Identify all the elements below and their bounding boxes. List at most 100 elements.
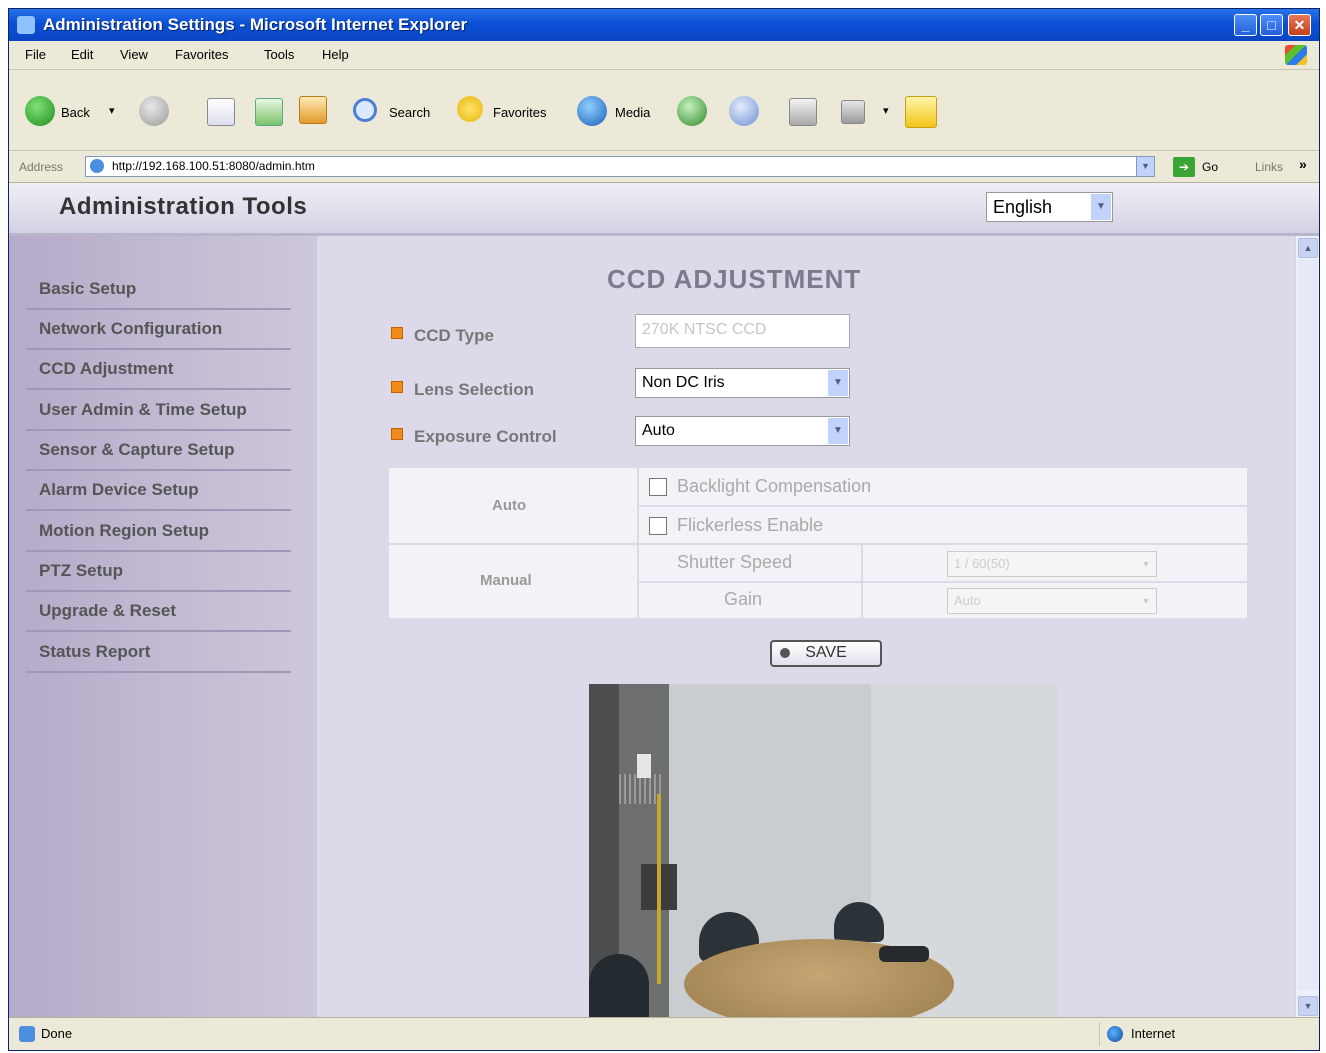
sidebar-item-label: Basic Setup	[39, 279, 137, 298]
more-dropdown[interactable]: ▾	[883, 104, 889, 117]
phone	[879, 946, 929, 962]
sidebar-item-network-configuration[interactable]: Network Configuration	[26, 310, 291, 350]
language-select[interactable]: English ▼	[986, 192, 1113, 222]
table-divider	[639, 581, 1247, 583]
chevron-down-icon[interactable]: ▼	[828, 370, 848, 396]
menu-help[interactable]: Help	[322, 47, 349, 62]
bullet-icon	[391, 327, 403, 339]
sidebar-item-label: CCD Adjustment	[39, 359, 174, 378]
search-icon[interactable]	[353, 98, 377, 122]
menu-bar: File Edit View Favorites Tools Help	[9, 41, 1319, 70]
menu-edit[interactable]: Edit	[71, 47, 93, 62]
media-icon[interactable]	[577, 96, 607, 126]
chair	[589, 954, 649, 1018]
home-icon[interactable]	[299, 96, 327, 124]
back-icon[interactable]	[25, 96, 55, 126]
shutter-speed-label: Shutter Speed	[677, 552, 793, 572]
menu-tools[interactable]: Tools	[264, 47, 294, 62]
status-bar: Done Internet	[9, 1017, 1319, 1050]
title-bar: Administration Settings - Microsoft Inte…	[9, 9, 1319, 41]
sidebar-item-motion-region-setup[interactable]: Motion Region Setup	[26, 512, 291, 552]
messenger-icon[interactable]	[905, 96, 937, 128]
back-button[interactable]: Back	[61, 105, 90, 120]
sidebar-item-ccd-adjustment[interactable]: CCD Adjustment	[26, 350, 291, 390]
sidebar-item-upgrade-reset[interactable]: Upgrade & Reset	[26, 592, 291, 632]
links-label[interactable]: Links	[1255, 160, 1283, 174]
minimize-button[interactable]: _	[1234, 14, 1257, 36]
chevron-down-icon: ▼	[1141, 559, 1151, 569]
links-chevron-icon[interactable]: »	[1299, 156, 1307, 172]
sidebar-item-label: Upgrade & Reset	[39, 601, 176, 620]
shutter-speed-value: 1 / 60(50)	[954, 556, 1010, 571]
maximize-button[interactable]: □	[1260, 14, 1283, 36]
backlight-checkbox[interactable]	[649, 478, 667, 496]
exposure-settings-table: Auto Backlight Compensation Flickerless …	[389, 468, 1247, 618]
tripod-pole	[657, 794, 661, 984]
table-divider	[639, 505, 1247, 507]
media-button[interactable]: Media	[615, 105, 650, 120]
vertical-scrollbar[interactable]: ▲ ▼	[1295, 236, 1319, 1018]
menu-view[interactable]: View	[120, 47, 148, 62]
sidebar-item-basic-setup[interactable]: Basic Setup	[26, 270, 291, 310]
exposure-control-label: Exposure Control	[414, 427, 557, 446]
ie-icon	[17, 16, 35, 34]
go-button[interactable]: Go	[1202, 160, 1218, 174]
sidebar-item-ptz-setup[interactable]: PTZ Setup	[26, 552, 291, 592]
menu-favorites[interactable]: Favorites	[175, 47, 228, 62]
sidebar-item-label: Motion Region Setup	[39, 521, 209, 540]
section-title: CCD ADJUSTMENT	[607, 264, 862, 294]
save-button[interactable]: SAVE	[770, 640, 882, 667]
back-dropdown[interactable]: ▾	[109, 104, 115, 117]
lens-selection-label: Lens Selection	[414, 380, 534, 399]
address-url: http://192.168.100.51:8080/admin.htm	[112, 159, 315, 173]
go-arrow-icon[interactable]: ➔	[1173, 157, 1195, 177]
search-button[interactable]: Search	[389, 105, 430, 120]
favorites-button[interactable]: Favorites	[493, 105, 546, 120]
scroll-up-icon[interactable]: ▲	[1298, 238, 1318, 258]
chevron-down-icon[interactable]: ▼	[1091, 194, 1111, 220]
sidebar-item-status-report[interactable]: Status Report	[26, 633, 291, 673]
table-divider	[861, 545, 863, 618]
forward-icon[interactable]	[139, 96, 169, 126]
sidebar-item-label: Alarm Device Setup	[39, 480, 199, 499]
auto-label: Auto	[492, 497, 527, 514]
stop-icon[interactable]	[207, 98, 235, 126]
shutter-speed-select: 1 / 60(50) ▼	[947, 551, 1157, 577]
status-text: Done	[41, 1026, 73, 1041]
chevron-down-icon[interactable]: ▼	[828, 418, 848, 444]
history-icon[interactable]	[677, 96, 707, 126]
refresh-icon[interactable]	[255, 98, 283, 126]
browser-window: Administration Settings - Microsoft Inte…	[8, 8, 1320, 1051]
backlight-label: Backlight Compensation	[677, 476, 872, 496]
edit-icon[interactable]	[841, 100, 865, 124]
gain-value: Auto	[954, 593, 981, 608]
address-bar: Address http://192.168.100.51:8080/admin…	[9, 152, 1319, 183]
menu-file[interactable]: File	[25, 47, 46, 62]
admin-header: Administration Tools English ▼	[9, 183, 1319, 236]
flickerless-checkbox[interactable]	[649, 517, 667, 535]
close-button[interactable]: ✕	[1288, 14, 1311, 36]
page-icon	[90, 159, 104, 173]
page-content: Administration Tools English ▼ Basic Set…	[9, 183, 1319, 1018]
bullet-icon	[391, 428, 403, 440]
sidebar-item-label: User Admin & Time Setup	[39, 400, 247, 419]
sidebar-item-label: PTZ Setup	[39, 561, 124, 580]
lens-selection-select[interactable]: Non DC Iris ▼	[635, 368, 850, 398]
favorites-icon[interactable]	[457, 96, 483, 122]
address-input[interactable]: http://192.168.100.51:8080/admin.htm ▼	[85, 156, 1155, 177]
globe-icon	[1107, 1026, 1123, 1042]
sidebar-item-sensor-capture-setup[interactable]: Sensor & Capture Setup	[26, 431, 291, 471]
exposure-control-select[interactable]: Auto ▼	[635, 416, 850, 446]
mail-icon[interactable]	[729, 96, 759, 126]
sidebar-item-user-admin-time-setup[interactable]: User Admin & Time Setup	[26, 391, 291, 431]
address-dropdown[interactable]: ▼	[1136, 157, 1154, 176]
exposure-control-value: Auto	[642, 422, 675, 439]
print-icon[interactable]	[789, 98, 817, 126]
ccd-type-field[interactable]: 270K NTSC CCD	[635, 314, 850, 348]
sidebar-item-alarm-device-setup[interactable]: Alarm Device Setup	[26, 471, 291, 511]
scroll-down-icon[interactable]: ▼	[1298, 996, 1318, 1016]
chevron-down-icon: ▼	[1141, 596, 1151, 606]
sidebar-item-label: Sensor & Capture Setup	[39, 440, 235, 459]
toolbar: Back ▾ Search Favorites Media ▾	[9, 70, 1319, 151]
scroll-track[interactable]	[1298, 260, 1318, 990]
